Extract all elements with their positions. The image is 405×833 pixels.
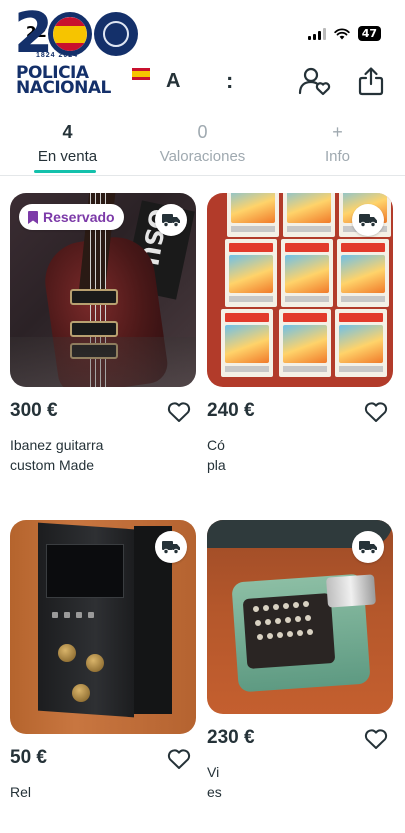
tab-label: Valoraciones xyxy=(159,148,246,165)
product-title: Ibanez guitarra custom Made xyxy=(10,437,104,473)
product-image-stereo[interactable] xyxy=(10,520,196,734)
delivery-truck-icon xyxy=(162,214,180,227)
product-card[interactable]: 50 € Rel xyxy=(10,520,196,810)
tab-en-venta[interactable]: 4 En venta xyxy=(0,118,135,175)
product-title: Có pla xyxy=(207,437,226,473)
user-heart-icon xyxy=(298,67,331,96)
shipping-badge xyxy=(155,204,187,236)
favorite-button[interactable] xyxy=(166,399,192,425)
product-title: Rel xyxy=(10,784,32,800)
product-image-typewriter[interactable] xyxy=(207,520,393,714)
heart-icon xyxy=(167,749,191,769)
shipping-badge xyxy=(352,204,384,236)
tab-count: 0 xyxy=(197,122,208,142)
share-icon xyxy=(358,67,384,96)
product-card[interactable]: 240 € Có pla xyxy=(207,193,393,483)
reserved-label: Reservado xyxy=(43,209,115,225)
active-tab-indicator xyxy=(34,170,96,173)
favorite-button[interactable] xyxy=(363,399,389,425)
reserved-badge: Reservado xyxy=(19,204,124,230)
battery-indicator: 47 xyxy=(357,26,381,41)
bookmark-icon xyxy=(28,210,38,224)
product-image-comics[interactable] xyxy=(207,193,393,387)
cellular-signal-icon xyxy=(307,27,326,40)
logo-wordmark: POLICIA NACIONAL xyxy=(16,65,111,98)
product-price: 300 € xyxy=(10,400,58,421)
delivery-truck-icon xyxy=(359,541,377,554)
follow-user-button[interactable] xyxy=(298,64,332,98)
police-emblem-icon xyxy=(93,12,138,56)
product-price: 50 € xyxy=(10,747,47,768)
heart-icon xyxy=(364,402,388,422)
share-button[interactable] xyxy=(354,64,388,98)
tab-valoraciones[interactable]: 0 Valoraciones xyxy=(135,118,270,175)
shipping-badge xyxy=(352,531,384,563)
tab-label: En venta xyxy=(37,148,98,165)
policia-nacional-logo: 2 1824 2024 POLICIA NACIONAL xyxy=(14,6,154,98)
product-price: 240 € xyxy=(207,400,255,421)
heart-icon xyxy=(167,402,191,422)
shipping-badge xyxy=(155,531,187,563)
product-card[interactable]: OSU Reservado 300 € Ibanez guitarra cust… xyxy=(10,193,196,483)
delivery-truck-icon xyxy=(162,541,180,554)
product-title: Vi es xyxy=(207,764,222,800)
favorite-button[interactable] xyxy=(363,726,389,752)
status-icons: 47 xyxy=(307,26,381,41)
product-card[interactable]: 230 € Vi es xyxy=(207,520,393,810)
profile-name: A xyxy=(166,70,181,92)
profile-tabs: 4 En venta 0 Valoraciones + Info xyxy=(0,118,405,176)
tab-label: Info xyxy=(324,148,351,165)
logo-line-2: NACIONAL xyxy=(16,78,111,98)
product-image-guitar[interactable]: OSU Reservado xyxy=(10,193,196,387)
spain-flag-icon xyxy=(132,68,150,80)
heart-icon xyxy=(364,729,388,749)
tab-count: + xyxy=(332,122,343,142)
spain-flag-ring-icon xyxy=(47,12,92,56)
wifi-icon xyxy=(333,27,350,39)
header-separator: : xyxy=(226,68,234,93)
delivery-truck-icon xyxy=(359,214,377,227)
favorite-button[interactable] xyxy=(166,746,192,772)
logo-years: 1824 2024 xyxy=(36,52,79,59)
tab-count: 4 xyxy=(62,122,73,142)
product-price: 230 € xyxy=(207,727,255,748)
tab-info[interactable]: + Info xyxy=(270,118,405,175)
